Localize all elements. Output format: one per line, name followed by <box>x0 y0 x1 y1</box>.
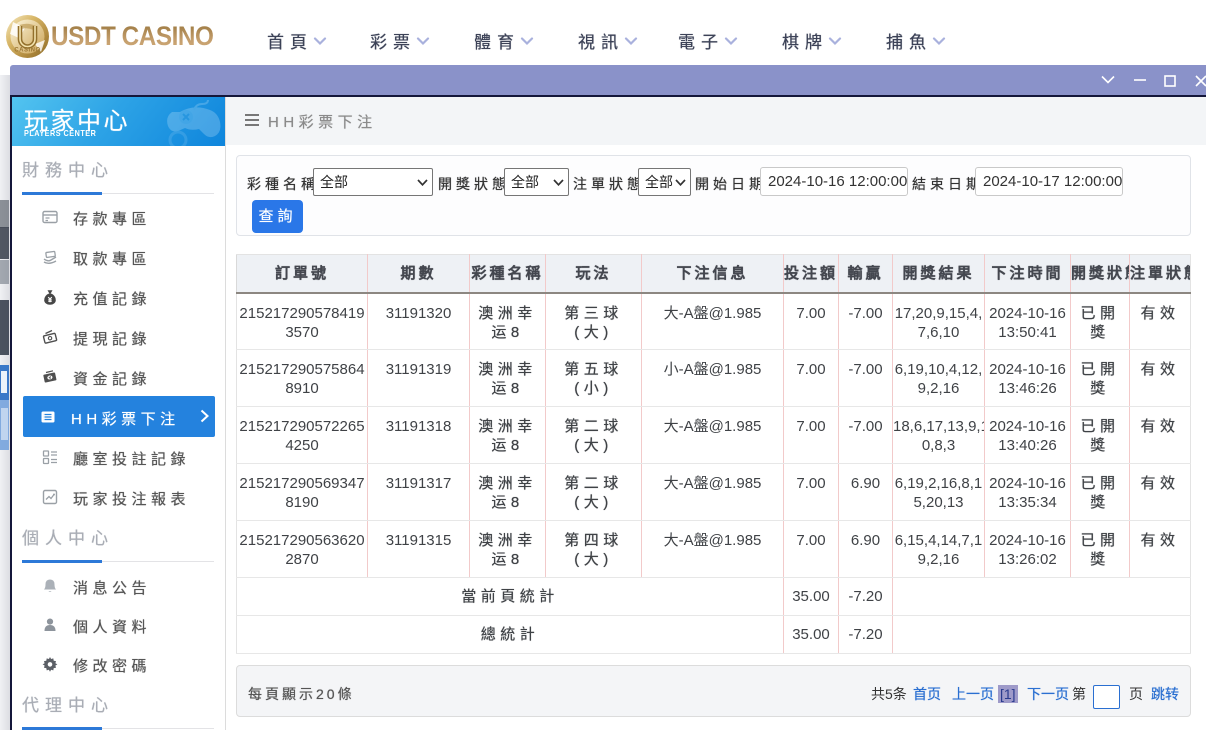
svg-text:CASINO: CASINO <box>14 48 40 54</box>
